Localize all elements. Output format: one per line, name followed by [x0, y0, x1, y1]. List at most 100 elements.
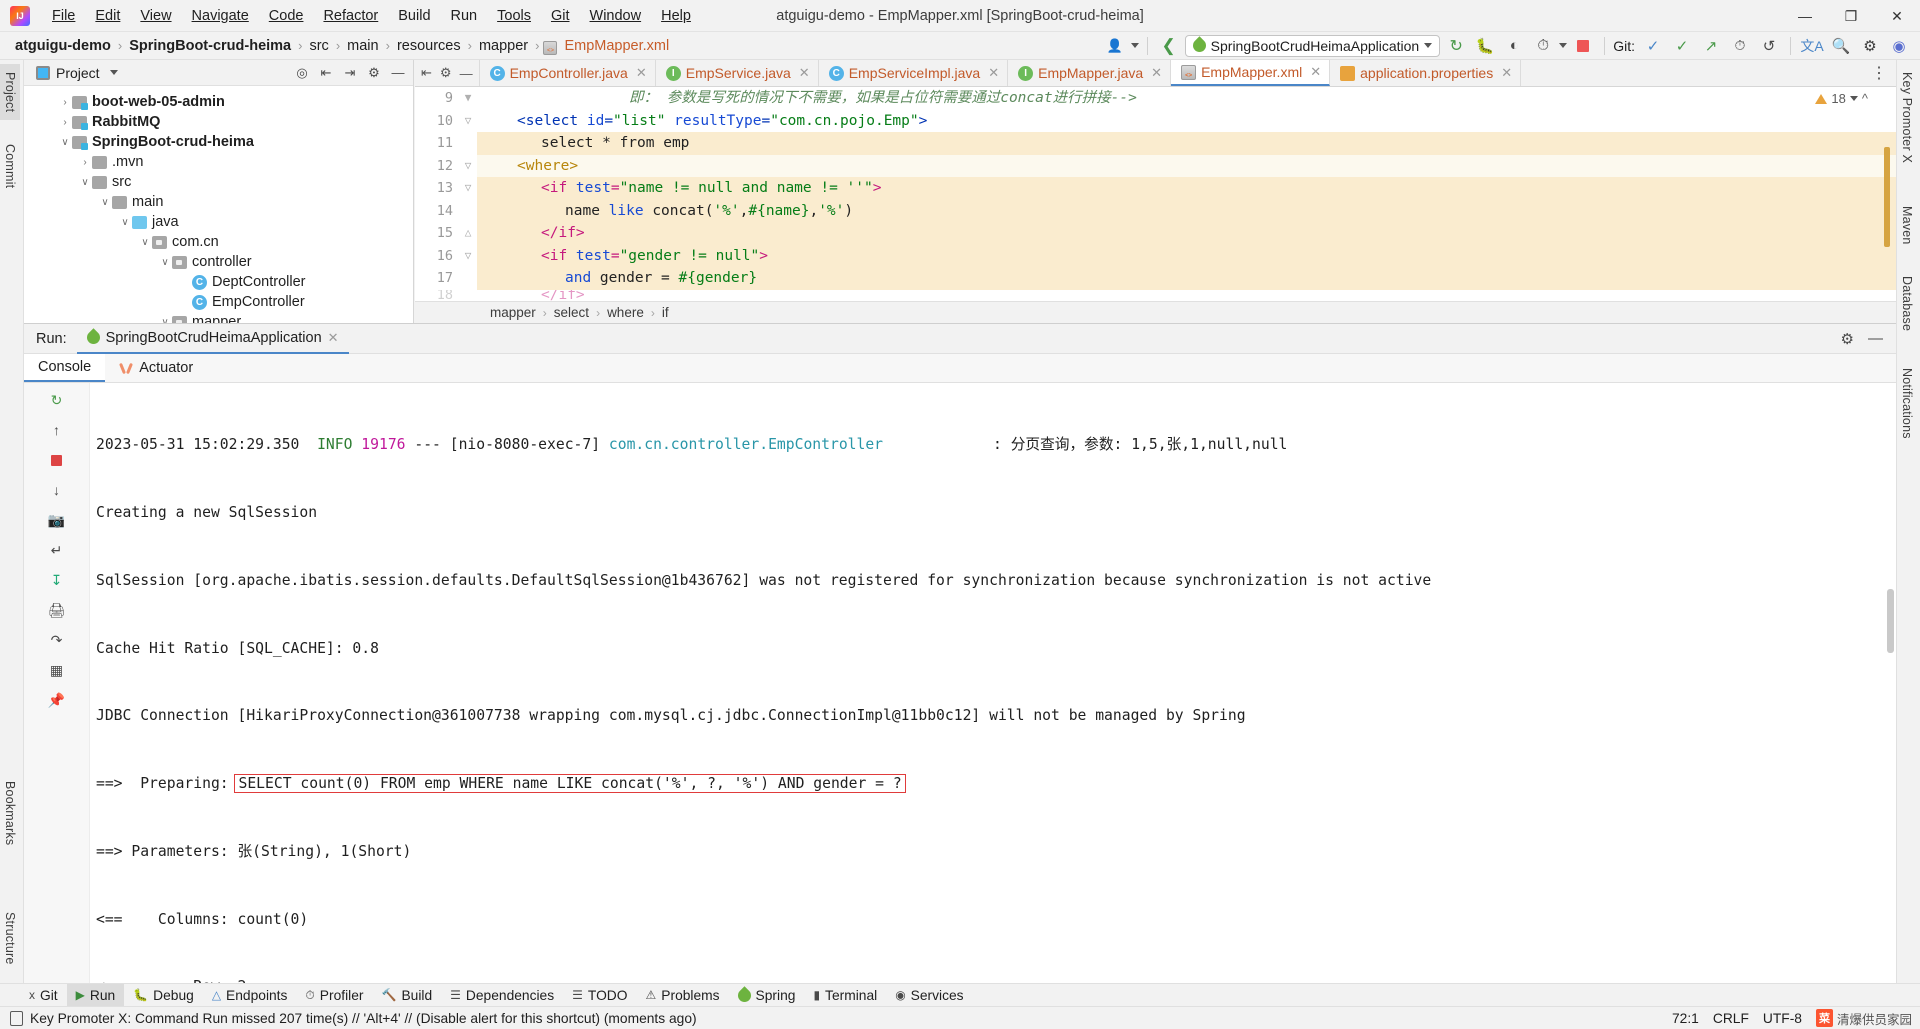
menu-run[interactable]: Run — [441, 4, 488, 28]
chevron-down-icon[interactable]: ∨ — [158, 257, 172, 268]
tool-button-git[interactable]: x Git — [20, 984, 67, 1007]
tab-actuator[interactable]: Actuator — [105, 354, 207, 382]
close-icon[interactable]: ✕ — [1151, 65, 1162, 81]
profile-icon[interactable]: 👤 — [1102, 34, 1128, 58]
sidebar-item-structure[interactable]: Structure — [0, 904, 20, 973]
sidebar-item-notifications[interactable]: Notifications — [1897, 360, 1917, 447]
chevron-down-icon[interactable]: ∨ — [138, 237, 152, 248]
close-icon[interactable]: ✕ — [799, 65, 810, 81]
sidebar-item-bookmarks[interactable]: Bookmarks — [0, 773, 20, 853]
chevron-down-icon[interactable]: ∨ — [98, 197, 112, 208]
print-icon[interactable]: 🖨 — [44, 597, 70, 623]
sidebar-item-key-promoter-x[interactable]: Key Promoter X — [1897, 64, 1917, 171]
chevron-down-icon[interactable] — [1130, 43, 1139, 48]
sidebar-item-maven[interactable]: Maven — [1897, 198, 1917, 253]
soft-wrap-icon[interactable]: ↵ — [44, 537, 70, 563]
editor-breadcrumb-mapper[interactable]: mapper — [490, 305, 536, 320]
inspection-warning-badge[interactable]: 18 ^ — [1815, 91, 1868, 106]
editor-breadcrumb-select[interactable]: select — [554, 305, 589, 320]
git-push-icon[interactable]: ↗ — [1698, 34, 1724, 58]
tool-button-todo[interactable]: ☰ TODO — [563, 984, 636, 1007]
git-history-icon[interactable]: ⏱ — [1727, 34, 1753, 58]
tree-item-src[interactable]: ∨ src — [24, 172, 413, 192]
git-check-icon[interactable]: ✓ — [1669, 34, 1695, 58]
chevron-right-icon[interactable]: › — [78, 157, 92, 168]
fold-marker-icon[interactable]: △ — [459, 222, 477, 245]
tree-item-java[interactable]: ∨ java — [24, 212, 413, 232]
editor-scrollbar[interactable] — [1884, 147, 1890, 247]
menu-refactor[interactable]: Refactor — [313, 4, 388, 28]
chevron-down-icon[interactable] — [109, 70, 118, 75]
translate-icon[interactable]: 文A — [1799, 34, 1825, 58]
tab-application-properties[interactable]: application.properties ✕ — [1330, 60, 1522, 86]
menu-help[interactable]: Help — [651, 4, 701, 28]
breadcrumb-resources[interactable]: resources — [394, 37, 464, 55]
tree-item-mapper[interactable]: ∨ mapper — [24, 312, 413, 323]
run-configuration-selector[interactable]: SpringBootCrudHeimaApplication — [1184, 34, 1441, 57]
tool-button-dependencies[interactable]: ☰ Dependencies — [441, 984, 563, 1007]
profiler-icon[interactable]: ⏱ — [1530, 34, 1556, 58]
chevron-down-icon[interactable] — [1849, 96, 1858, 101]
fold-marker-icon[interactable]: ▽ — [459, 155, 477, 178]
menu-file[interactable]: File — [42, 4, 85, 28]
breadcrumb-atguigu-demo[interactable]: atguigu-demo — [12, 37, 114, 55]
menu-view[interactable]: View — [130, 4, 181, 28]
settings-gear-icon[interactable]: ⚙ — [440, 65, 452, 81]
tool-button-profiler[interactable]: ⏱ Profiler — [296, 984, 372, 1007]
maximize-button[interactable]: ❐ — [1828, 0, 1874, 32]
fold-marker-icon[interactable]: ▽ — [459, 177, 477, 200]
code-editor[interactable]: 9 ▼ 即： 参数是写死的情况下不需要，如果是占位符需要通过concat进行拼接… — [415, 87, 1896, 303]
run-tab-springbootcrudheimaapplication[interactable]: SpringBootCrudHeimaApplication ✕ — [76, 324, 349, 354]
tool-button-spring[interactable]: Spring — [729, 984, 805, 1007]
line-separator[interactable]: CRLF — [1713, 1011, 1749, 1026]
breadcrumb-empmapper-xml[interactable]: EmpMapper.xml — [561, 37, 672, 55]
avatar-icon[interactable]: ◉ — [1886, 34, 1912, 58]
clear-all-icon[interactable]: ↷ — [44, 627, 70, 653]
tool-button-run[interactable]: ▶ Run — [66, 983, 125, 1007]
settings-gear-icon[interactable]: ⚙ — [363, 63, 385, 83]
coverage-icon[interactable]: ◐ — [1501, 34, 1527, 58]
menu-window[interactable]: Window — [580, 4, 652, 28]
scroll-down-icon[interactable]: ↓ — [44, 477, 70, 503]
sidebar-item-commit[interactable]: Commit — [0, 136, 20, 196]
close-icon[interactable]: ✕ — [328, 330, 339, 346]
rerun-icon[interactable]: ↻ — [1443, 34, 1469, 58]
tab-empcontroller-java[interactable]: C EmpController.java ✕ — [479, 60, 656, 86]
settings-gear-icon[interactable]: ⚙ — [1857, 34, 1883, 58]
file-encoding[interactable]: UTF-8 — [1763, 1011, 1802, 1026]
tool-button-debug[interactable]: 🐛 Debug — [124, 984, 203, 1007]
tree-item-empcontroller[interactable]: C EmpController — [24, 292, 413, 312]
scroll-up-icon[interactable]: ↑ — [44, 417, 70, 443]
editor-breadcrumb-if[interactable]: if — [662, 305, 669, 320]
tool-button-problems[interactable]: ⚠ Problems — [637, 984, 729, 1007]
locate-icon[interactable]: ◎ — [291, 63, 313, 83]
rerun-icon[interactable]: ↻ — [44, 387, 70, 413]
tree-item-rabbitmq[interactable]: › RabbitMQ — [24, 112, 413, 132]
pin-icon[interactable]: 📌 — [44, 687, 70, 713]
fold-marker-icon[interactable]: ▽ — [459, 110, 477, 133]
tab-bar-overflow[interactable]: ⋮ — [1863, 60, 1896, 86]
select-opened-file-icon[interactable]: ⇤ — [421, 65, 432, 81]
tree-item-boot-web-05-admin[interactable]: › boot-web-05-admin — [24, 92, 413, 112]
hide-panel-icon[interactable]: — — [460, 66, 473, 81]
expand-icon[interactable]: ⇥ — [339, 63, 361, 83]
scroll-to-end-icon[interactable]: ↧ — [44, 567, 70, 593]
stop-icon[interactable] — [1570, 34, 1596, 58]
camera-icon[interactable]: 📷 — [44, 507, 70, 533]
back-arrow-icon[interactable]: ❮ — [1156, 34, 1182, 58]
sidebar-item-database[interactable]: Database — [1897, 268, 1917, 339]
tree-item-controller[interactable]: ∨ controller — [24, 252, 413, 272]
breadcrumb-springboot-crud-heima[interactable]: SpringBoot-crud-heima — [126, 37, 294, 55]
debug-icon[interactable]: 🐛 — [1472, 34, 1498, 58]
search-icon[interactable]: 🔍 — [1828, 34, 1854, 58]
chevron-up-icon[interactable]: ^ — [1862, 91, 1868, 106]
tree-item-springboot-crud-heima[interactable]: ∨ SpringBoot-crud-heima — [24, 132, 413, 152]
fold-marker-icon[interactable]: ▽ — [459, 245, 477, 268]
tab-empserviceimpl-java[interactable]: C EmpServiceImpl.java ✕ — [818, 60, 1009, 86]
hide-panel-icon[interactable]: — — [1863, 330, 1888, 347]
git-commit-icon[interactable]: ✓ — [1640, 34, 1666, 58]
menu-tools[interactable]: Tools — [487, 4, 541, 28]
caret-position[interactable]: 72:1 — [1672, 1011, 1699, 1026]
minimize-button[interactable]: — — [1782, 0, 1828, 32]
grid-icon[interactable]: ▦ — [44, 657, 70, 683]
